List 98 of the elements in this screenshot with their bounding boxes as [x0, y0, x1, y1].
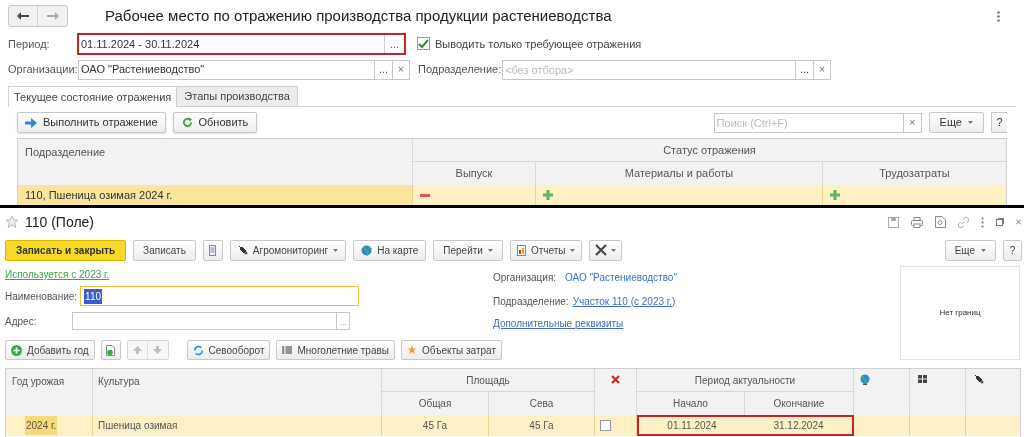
field-label: Период:: [8, 36, 51, 52]
field-label: Организации:: [8, 62, 78, 78]
table-cell: 45 Га: [489, 415, 595, 436]
checkbox[interactable]: [417, 37, 430, 51]
field-label: Подразделение:: [418, 62, 502, 78]
caret-icon: [333, 248, 339, 252]
plus-circle-icon: [11, 344, 22, 356]
search-field[interactable]: Поиск (Ctrl+F): [713, 112, 904, 133]
goto-button[interactable]: Перейти: [433, 239, 503, 261]
column-header[interactable]: Окончание: [745, 392, 854, 415]
minus-icon: [420, 193, 430, 197]
window-title: 110 (Поле): [25, 212, 95, 232]
plus-icon: [543, 190, 553, 200]
arrow-left-icon: [17, 12, 29, 21]
report-icon: [516, 244, 526, 256]
reflect-button[interactable]: Выполнить отражение: [17, 112, 166, 133]
print-icon[interactable]: [911, 216, 923, 228]
division-field[interactable]: <без отбора>: [502, 59, 796, 80]
tools-button[interactable]: [589, 239, 623, 261]
add-year-button[interactable]: Добавить год: [5, 340, 95, 360]
reports-button[interactable]: Отчеты: [509, 239, 583, 261]
kebab-menu-icon[interactable]: [997, 10, 1000, 22]
add-document-button[interactable]: [100, 340, 121, 360]
star-icon[interactable]: [5, 215, 19, 229]
save-button[interactable]: Записать: [133, 239, 196, 261]
extra-attributes-link[interactable]: Дополнительные реквизиты: [493, 316, 624, 332]
window-title: Рабочее место по отражению производства продукции растениеводства: [105, 6, 612, 27]
grid-icon: [282, 345, 293, 355]
close-icon[interactable]: [611, 375, 620, 384]
list-icon: [209, 244, 217, 256]
table-cell: 45 Га: [382, 415, 489, 436]
cost-objects-button[interactable]: Объекты затрат: [400, 340, 502, 360]
plus-icon: [830, 190, 840, 200]
caret-icon: [981, 248, 986, 252]
kebab-menu-icon[interactable]: [981, 216, 984, 228]
save-close-button[interactable]: Записать и закрыть: [5, 239, 127, 261]
link-icon[interactable]: [958, 216, 969, 228]
table-row[interactable]: 110, Пшеница озимая 2024 г.: [18, 185, 1006, 205]
more-button[interactable]: Еще: [944, 239, 996, 261]
arrow-right-icon: [25, 117, 37, 128]
restore-icon[interactable]: [996, 218, 1004, 226]
column-header[interactable]: Трудозатраты: [823, 162, 1006, 185]
refresh-icon: [181, 117, 193, 128]
field-label: Организация:: [493, 270, 558, 285]
close-icon[interactable]: [1016, 218, 1021, 226]
column-header[interactable]: Начало: [637, 392, 745, 415]
map-button[interactable]: На карте: [353, 239, 427, 261]
table-cell: 2024 г.: [25, 416, 58, 435]
caret-icon: [570, 248, 576, 252]
division-link[interactable]: Участок 110 (с 2023 г.): [572, 293, 676, 309]
column-header: Статус отражения: [413, 139, 1006, 162]
checkbox-label: Выводить только требующее отражения: [435, 36, 642, 52]
table-cell: 01.11.2024: [637, 415, 745, 436]
tab[interactable]: Этапы производства: [177, 86, 298, 107]
caret-icon: [487, 248, 493, 252]
grid-icon[interactable]: [918, 375, 927, 383]
select-button[interactable]: ...: [796, 59, 814, 80]
rotation-button[interactable]: Севооборот: [186, 340, 271, 360]
globe-icon: [361, 244, 373, 256]
caret-icon: [968, 121, 973, 124]
address-field[interactable]: [72, 312, 337, 330]
organization-field[interactable]: ОАО "Растениеводство": [78, 59, 375, 80]
select-button[interactable]: ...: [337, 312, 350, 330]
refresh-button[interactable]: Обновить: [172, 112, 258, 133]
arrow-down-icon: [153, 346, 163, 354]
table-cell: Пшеница озимая: [93, 415, 382, 436]
clear-button[interactable]: ×: [903, 112, 922, 133]
clear-button[interactable]: ×: [393, 59, 410, 80]
column-header: Площадь: [382, 369, 595, 392]
add-document-icon: [106, 344, 116, 356]
arrow-right-icon: [46, 12, 59, 21]
grasses-button[interactable]: Многолетние травы: [276, 340, 395, 360]
star-icon: [406, 345, 417, 355]
more-button[interactable]: Еще: [928, 112, 984, 133]
clear-button[interactable]: ×: [814, 59, 831, 80]
refresh-icon: [192, 344, 204, 356]
organization-link[interactable]: ОАО "Растениеводство": [565, 269, 677, 285]
field-label: Адрес:: [5, 314, 38, 329]
preview-icon[interactable]: [935, 216, 946, 228]
tab[interactable]: Текущее состояние отражения: [8, 86, 178, 107]
list-button[interactable]: [202, 239, 223, 261]
select-button[interactable]: ...: [384, 34, 404, 53]
map-preview[interactable]: Нет границ: [900, 266, 1020, 360]
column-header: Период актуальности: [637, 369, 854, 392]
save-icon[interactable]: [888, 216, 899, 228]
arrow-up-icon: [132, 346, 142, 354]
field-label: Подразделение:: [493, 294, 570, 309]
checkbox[interactable]: [600, 420, 611, 431]
agromonitoring-button[interactable]: Агромониторинг: [229, 239, 347, 261]
caret-icon: [611, 248, 617, 252]
globe-icon[interactable]: [860, 374, 870, 385]
name-field[interactable]: 110: [80, 286, 360, 306]
field-label: Наименование:: [5, 289, 79, 304]
select-button[interactable]: ...: [375, 59, 393, 80]
table-cell: 31.12.2024: [745, 415, 854, 436]
period-field[interactable]: 01.11.2024 - 30.11.2024 ...: [77, 32, 406, 55]
help-button[interactable]: ?: [1003, 239, 1022, 261]
help-button[interactable]: ?: [991, 112, 1007, 133]
